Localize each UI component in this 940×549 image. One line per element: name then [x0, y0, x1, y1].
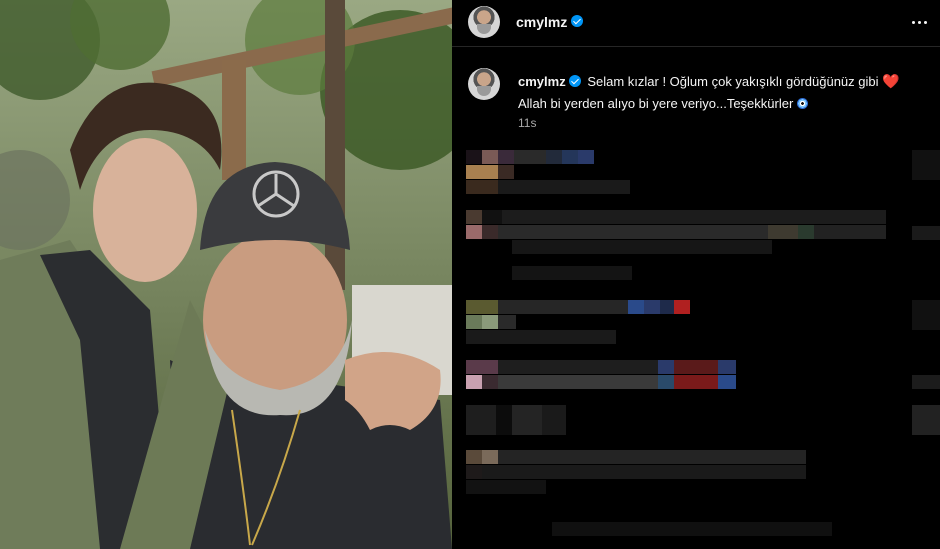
pixelated-comment [466, 465, 806, 479]
caption-username[interactable]: cmylmz [518, 74, 566, 89]
pixelated-comment [466, 360, 736, 374]
post-photo [0, 0, 452, 549]
pixelated-comment [912, 226, 940, 240]
post-side-panel: cmylmz cmylmz Selam kızlar ! Oğlum çok y… [452, 0, 940, 549]
caption-text: cmylmz Selam kızlar ! Oğlum çok yakışıkl… [518, 70, 922, 115]
verified-badge-icon [571, 15, 583, 27]
pixelated-comment [466, 150, 602, 164]
caption-line-2: Allah bi yerden alıyo bi yere veriyo...T… [518, 96, 794, 111]
caption-line-1: Selam kızlar ! Oğlum çok yakışıklı gördü… [587, 74, 879, 89]
user-avatar[interactable] [468, 6, 500, 38]
heart-emoji: ❤️ [882, 73, 900, 89]
pixelated-comment [552, 522, 832, 536]
pixelated-comment [466, 165, 516, 179]
pixelated-comment [912, 375, 940, 389]
pixelated-comment [512, 266, 632, 280]
pixelated-comment [466, 180, 630, 194]
more-horizontal-icon[interactable] [908, 12, 930, 32]
post-timestamp[interactable]: 11s [518, 116, 536, 130]
pixelated-comment [466, 315, 516, 329]
pixelated-comment [912, 300, 940, 330]
pixelated-comment [912, 150, 940, 180]
pixelated-comment [466, 405, 566, 435]
evil-eye-icon [797, 98, 809, 109]
pixelated-comment [466, 450, 806, 464]
header-username[interactable]: cmylmz [516, 14, 567, 30]
post-header: cmylmz [452, 0, 940, 47]
pixelated-comment [466, 480, 546, 494]
pixelated-comment [466, 225, 886, 239]
pixelated-comment [466, 330, 616, 344]
pixelated-comment [466, 300, 690, 314]
pixelated-comment [466, 375, 736, 389]
caption-avatar[interactable] [468, 68, 500, 100]
pixelated-comment [466, 210, 886, 224]
pixelated-comment [912, 405, 940, 435]
verified-badge-icon [568, 75, 581, 87]
pixelated-comment [512, 240, 772, 254]
